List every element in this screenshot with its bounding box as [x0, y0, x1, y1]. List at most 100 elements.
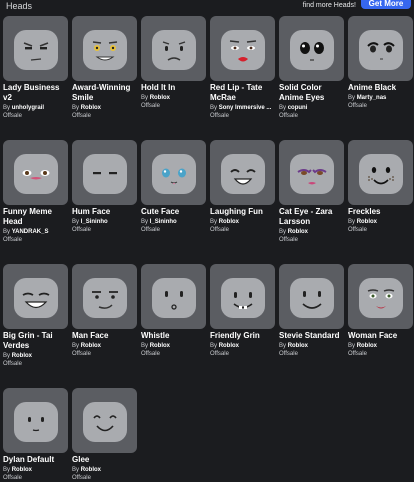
item-price: Offsale	[3, 237, 22, 243]
item-creator: By Roblox	[141, 343, 171, 349]
item-card[interactable]: Cute Face By I_Sininho Offsale	[141, 140, 206, 234]
funny-meme-face-icon	[13, 153, 58, 194]
big-grin-face-icon	[13, 277, 58, 318]
item-card[interactable]: Anime Black By Marty_nas Offsale	[348, 16, 413, 110]
item-price: Offsale	[279, 237, 298, 243]
item-card[interactable]: Red Lip - Tate McRae By Sony Immersive .…	[210, 16, 275, 120]
item-thumbnail[interactable]	[141, 16, 206, 81]
item-name[interactable]: Dylan Default	[3, 455, 68, 465]
item-thumbnail[interactable]	[72, 16, 137, 81]
item-price: Offsale	[72, 227, 91, 233]
item-price: Offsale	[210, 227, 229, 233]
item-card[interactable]: Whistle By Roblox Offsale	[141, 264, 206, 358]
item-name[interactable]: Friendly Grin	[210, 331, 275, 341]
item-thumbnail[interactable]	[72, 388, 137, 453]
item-name[interactable]: Laughing Fun	[210, 207, 275, 217]
item-name[interactable]: Red Lip - Tate McRae	[210, 83, 275, 103]
item-card[interactable]: Woman Face By Roblox Offsale	[348, 264, 413, 358]
item-creator: By Roblox	[72, 467, 102, 473]
item-creator: By Roblox	[3, 353, 33, 359]
item-price: Offsale	[72, 475, 91, 481]
item-card[interactable]: Man Face By Roblox Offsale	[72, 264, 137, 358]
item-price: Offsale	[72, 351, 91, 357]
item-thumbnail[interactable]	[210, 16, 275, 81]
item-thumbnail[interactable]	[279, 16, 344, 81]
item-creator: By Marty_nas	[348, 95, 387, 101]
item-thumbnail[interactable]	[279, 140, 344, 205]
item-card[interactable]: Glee By Roblox Offsale	[72, 388, 137, 482]
item-name[interactable]: Glee	[72, 455, 137, 465]
woman-face-icon	[358, 277, 403, 318]
item-creator: By Roblox	[210, 343, 240, 349]
item-thumbnail[interactable]	[210, 140, 275, 205]
item-card[interactable]: Dylan Default By Roblox Offsale	[3, 388, 68, 482]
item-thumbnail[interactable]	[72, 264, 137, 329]
anime-eyes-face-icon	[289, 29, 334, 70]
item-thumbnail[interactable]	[348, 264, 413, 329]
item-thumbnail[interactable]	[3, 264, 68, 329]
item-thumbnail[interactable]	[3, 140, 68, 205]
get-more-button[interactable]: Get More	[361, 0, 411, 9]
item-thumbnail[interactable]	[3, 16, 68, 81]
item-thumbnail[interactable]	[141, 264, 206, 329]
item-name[interactable]: Stevie Standard	[279, 331, 344, 341]
item-name[interactable]: Whistle	[141, 331, 206, 341]
header: Heads find more Heads! Get More	[0, 0, 414, 16]
item-thumbnail[interactable]	[210, 264, 275, 329]
item-name[interactable]: Funny Meme Head	[3, 207, 68, 227]
item-price: Offsale	[348, 103, 367, 109]
item-card[interactable]: Hold It In By Roblox Offsale	[141, 16, 206, 110]
item-card[interactable]: Cat Eye - Zara Larsson By Roblox Offsale	[279, 140, 344, 244]
item-name[interactable]: Solid Color Anime Eyes	[279, 83, 344, 103]
item-name[interactable]: Award-Winning Smile	[72, 83, 137, 103]
item-card[interactable]: Lady Business v2 By unholygrail Offsale	[3, 16, 68, 120]
item-thumbnail[interactable]	[72, 140, 137, 205]
item-creator: By I_Sininho	[141, 219, 177, 225]
cat-eye-face-icon	[289, 153, 334, 194]
item-creator: By Roblox	[72, 105, 102, 111]
item-creator: By Roblox	[141, 95, 171, 101]
item-creator: By Roblox	[348, 219, 378, 225]
item-price: Offsale	[210, 113, 229, 119]
item-card[interactable]: Freckles By Roblox Offsale	[348, 140, 413, 234]
item-name[interactable]: Hum Face	[72, 207, 137, 217]
item-name[interactable]: Lady Business v2	[3, 83, 68, 103]
item-thumbnail[interactable]	[348, 16, 413, 81]
item-card[interactable]: Award-Winning Smile By Roblox Offsale	[72, 16, 137, 120]
item-thumbnail[interactable]	[141, 140, 206, 205]
item-name[interactable]: Cat Eye - Zara Larsson	[279, 207, 344, 227]
item-card[interactable]: Solid Color Anime Eyes By copuni Offsale	[279, 16, 344, 120]
item-name[interactable]: Woman Face	[348, 331, 413, 341]
item-creator: By Roblox	[279, 343, 309, 349]
friendly-grin-face-icon	[220, 277, 265, 318]
item-name[interactable]: Freckles	[348, 207, 413, 217]
item-card[interactable]: Friendly Grin By Roblox Offsale	[210, 264, 275, 358]
item-creator: By Roblox	[279, 229, 309, 235]
item-thumbnail[interactable]	[348, 140, 413, 205]
item-card[interactable]: Stevie Standard By Roblox Offsale	[279, 264, 344, 358]
item-card[interactable]: Funny Meme Head By YANDRAK_S Offsale	[3, 140, 68, 244]
item-thumbnail[interactable]	[279, 264, 344, 329]
item-card[interactable]: Big Grin - Tai Verdes By Roblox Offsale	[3, 264, 68, 368]
hum-face-icon	[82, 153, 127, 194]
item-card[interactable]: Laughing Fun By Roblox Offsale	[210, 140, 275, 234]
item-name[interactable]: Big Grin - Tai Verdes	[3, 331, 68, 351]
stevie-standard-face-icon	[289, 277, 334, 318]
item-name[interactable]: Man Face	[72, 331, 137, 341]
find-more-text: find more Heads!	[302, 2, 356, 9]
cute-face-icon	[151, 153, 196, 194]
item-creator: By unholygrail	[3, 105, 45, 111]
laughing-face-icon	[220, 153, 265, 194]
item-name[interactable]: Hold It In	[141, 83, 206, 93]
item-card[interactable]: Hum Face By I_Sininho Offsale	[72, 140, 137, 234]
glee-face-icon	[82, 401, 127, 442]
item-thumbnail[interactable]	[3, 388, 68, 453]
hold-it-in-face-icon	[151, 29, 196, 70]
item-name[interactable]: Cute Face	[141, 207, 206, 217]
item-price: Offsale	[3, 113, 22, 119]
item-creator: By Roblox	[210, 219, 240, 225]
anime-black-face-icon	[358, 29, 403, 70]
red-lip-face-icon	[220, 29, 265, 70]
item-price: Offsale	[279, 113, 298, 119]
item-name[interactable]: Anime Black	[348, 83, 413, 93]
